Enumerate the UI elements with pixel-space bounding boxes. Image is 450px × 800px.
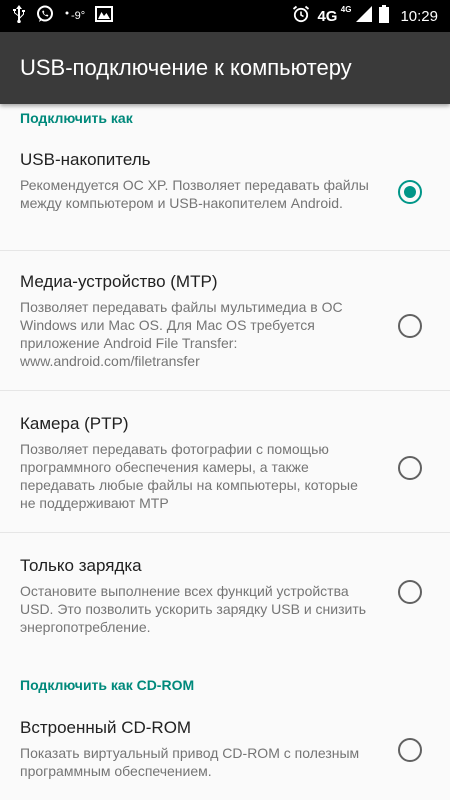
section-header-connect-as: Подключить как xyxy=(20,110,133,126)
temperature-text: -9° xyxy=(71,10,86,22)
divider xyxy=(0,250,450,251)
clock: 10:29 xyxy=(400,7,438,25)
weather-icon xyxy=(64,7,70,25)
option-charge-only[interactable]: Только зарядка Остановите выполнение все… xyxy=(0,556,450,656)
section-header-cdrom: Подключить как CD-ROM xyxy=(20,677,195,693)
status-bar: -9° 4G 4G 10:29 xyxy=(0,0,450,32)
radio-mtp[interactable] xyxy=(398,314,422,338)
option-description: Позволяет передавать фотографии с помощь… xyxy=(20,441,358,511)
option-title: USB-накопитель xyxy=(20,150,151,169)
option-title: Камера (PTP) xyxy=(20,414,129,433)
option-usb-storage[interactable]: USB-накопитель Рекомендуется ОС XP. Позв… xyxy=(0,150,450,250)
option-title: Медиа-устройство (MTP) xyxy=(20,272,218,291)
network-subtype: 4G xyxy=(340,4,352,14)
option-builtin-cdrom[interactable]: Встроенный CD-ROM Показать виртуальный п… xyxy=(0,718,450,798)
whatsapp-icon xyxy=(36,5,54,28)
option-ptp[interactable]: Камера (PTP) Позволяет передавать фотогр… xyxy=(0,414,450,534)
status-bar-notifications: -9° xyxy=(12,0,114,32)
page-title: USB-подключение к компьютеру xyxy=(20,55,352,80)
battery-icon xyxy=(379,4,390,28)
settings-list: Подключить как USB-накопитель Рекомендуе… xyxy=(0,104,450,800)
radio-usb-storage[interactable] xyxy=(398,180,422,204)
status-bar-system: 4G 4G 10:29 xyxy=(292,0,438,32)
option-title: Только зарядка xyxy=(20,556,142,575)
option-mtp[interactable]: Медиа-устройство (MTP) Позволяет передав… xyxy=(0,272,450,392)
usb-icon xyxy=(12,4,26,28)
signal-icon xyxy=(356,5,373,27)
radio-charge-only[interactable] xyxy=(398,580,422,604)
alarm-icon xyxy=(292,5,310,28)
option-description: Показать виртуальный привод CD-ROM с пол… xyxy=(20,745,360,779)
radio-builtin-cdrom[interactable] xyxy=(398,738,422,762)
divider xyxy=(0,390,450,391)
radio-ptp[interactable] xyxy=(398,456,422,480)
app-bar: USB-подключение к компьютеру xyxy=(0,32,450,104)
option-description: Позволяет передавать файлы мультимедиа в… xyxy=(20,299,343,369)
divider xyxy=(0,532,450,533)
option-title: Встроенный CD-ROM xyxy=(20,718,192,737)
option-description: Рекомендуется ОС XP. Позволяет передават… xyxy=(20,177,369,211)
network-type: 4G 4G xyxy=(317,4,352,25)
option-description: Остановите выполнение всех функций устро… xyxy=(20,583,367,635)
gallery-icon xyxy=(95,5,114,27)
